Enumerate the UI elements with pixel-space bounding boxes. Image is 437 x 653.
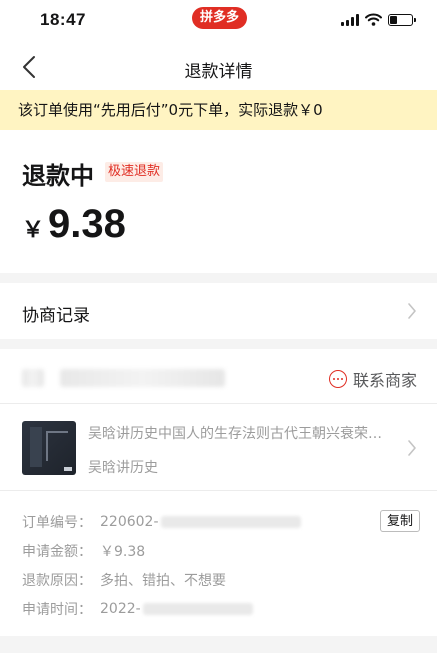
refund-status-text: 退款中: [22, 162, 94, 190]
refund-amount-value: 9.38: [48, 202, 126, 246]
nav-bar: 退款详情: [0, 44, 437, 90]
refund-status-card: 退款中 极速退款 ￥ 9.38: [0, 130, 437, 273]
refund-amount: ￥ 9.38: [22, 202, 126, 247]
store-name-redacted: [60, 369, 225, 387]
contact-merchant-button[interactable]: 联系商家: [328, 367, 417, 391]
refund-reason-label: 退款原因：: [22, 572, 92, 589]
apply-time-label: 申请时间：: [22, 601, 92, 618]
battery-icon: [388, 13, 416, 26]
apply-time-row: 申请时间： 2022-: [22, 594, 422, 623]
refund-reason-row: 退款原因： 多拍、错拍、不想要: [22, 565, 422, 594]
refund-reason-value: 多拍、错拍、不想要: [100, 572, 226, 589]
product-thumbnail: [22, 421, 76, 475]
contact-merchant-label: 联系商家: [352, 371, 417, 390]
currency-symbol: ￥: [22, 218, 45, 243]
status-time: 18:47: [40, 10, 86, 29]
signal-icon: [341, 13, 359, 26]
copy-button[interactable]: 复制: [379, 510, 420, 532]
negotiation-record-row[interactable]: 协商记录: [0, 283, 437, 339]
chat-bubble-icon: [328, 370, 347, 388]
negotiation-record-label: 协商记录: [22, 306, 90, 326]
apply-amount-row: 申请金额： ￥9.38: [22, 536, 422, 565]
status-icons: [341, 13, 416, 26]
apply-time-value: 2022-: [100, 600, 141, 617]
payment-notice-banner: 该订单使用“先用后付”0元下单，实际退款￥0: [0, 90, 437, 130]
chevron-right-icon: [408, 303, 416, 319]
wifi-icon: [365, 13, 382, 26]
fast-refund-tag: 极速退款: [105, 162, 164, 182]
store-logo-redacted: [22, 369, 44, 387]
order-number-value: 220602-: [100, 513, 159, 530]
app-badge: 拼多多: [192, 7, 247, 29]
page-title: 退款详情: [184, 62, 253, 82]
order-card: 联系商家 吴晗讲历史中国人的生存法则古代王朝兴衰荣… 吴晗讲历史 订单编号： 2…: [0, 349, 437, 636]
apply-amount-value: ￥9.38: [100, 543, 146, 560]
product-spec: 吴晗讲历史: [88, 460, 158, 476]
order-number-redacted: [160, 515, 301, 528]
status-bar: 18:47 拼多多: [0, 0, 437, 44]
product-title: 吴晗讲历史中国人的生存法则古代王朝兴衰荣…: [88, 426, 382, 442]
order-number-row: 订单编号： 220602- 复制: [22, 507, 422, 536]
order-info-list: 订单编号： 220602- 复制 申请金额： ￥9.38 退款原因： 多拍、错拍…: [22, 507, 422, 623]
apply-time-redacted: [142, 602, 253, 615]
order-number-label: 订单编号：: [22, 514, 92, 531]
store-row: 联系商家: [0, 349, 437, 404]
apply-amount-label: 申请金额：: [22, 543, 92, 560]
product-row[interactable]: 吴晗讲历史中国人的生存法则古代王朝兴衰荣… 吴晗讲历史: [0, 405, 437, 491]
chevron-right-icon: [408, 440, 416, 456]
